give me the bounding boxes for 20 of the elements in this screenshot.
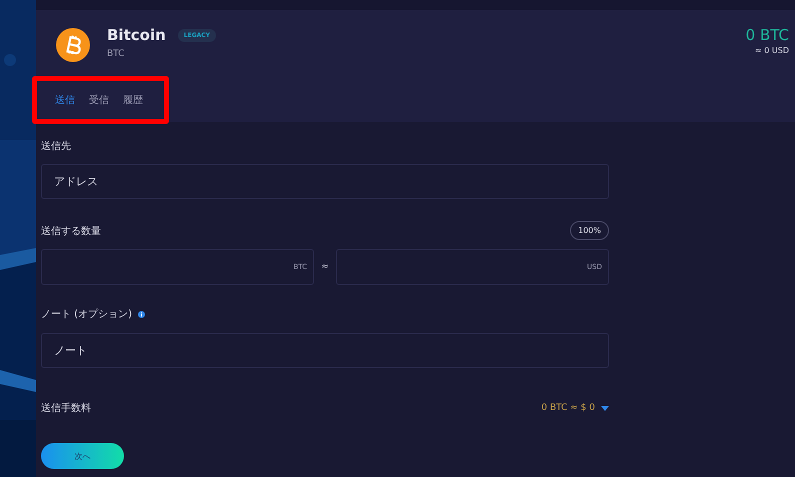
balance-amount: 0 BTC bbox=[746, 26, 789, 44]
note-field[interactable]: ノート bbox=[41, 333, 609, 368]
asset-ticker: BTC bbox=[107, 49, 126, 59]
approx-sign: ≈ bbox=[320, 262, 330, 272]
note-label: ノート (オプション) bbox=[41, 308, 132, 321]
info-icon bbox=[138, 310, 145, 318]
amount-label: 送信する数量 bbox=[41, 224, 101, 238]
tab[interactable]: 履歴 bbox=[123, 93, 143, 107]
address-field[interactable]: アドレス bbox=[41, 164, 609, 199]
balance-fiat: ≈ 0 USD bbox=[754, 46, 789, 55]
tab[interactable]: 受信 bbox=[89, 93, 109, 107]
asset-name: Bitcoin bbox=[107, 26, 166, 44]
next-button[interactable]: 次へ bbox=[41, 443, 124, 469]
fee-value: 0 BTC ≈ $ 0 bbox=[541, 403, 595, 413]
caret-icon[interactable] bbox=[601, 406, 609, 410]
tab[interactable]: 送信 bbox=[55, 93, 75, 107]
bitcoin-icon bbox=[56, 28, 90, 62]
fee-label: 送信手数料 bbox=[41, 402, 91, 415]
recipient-label: 送信先 bbox=[41, 140, 72, 153]
max-button[interactable]: 100% bbox=[570, 221, 609, 240]
